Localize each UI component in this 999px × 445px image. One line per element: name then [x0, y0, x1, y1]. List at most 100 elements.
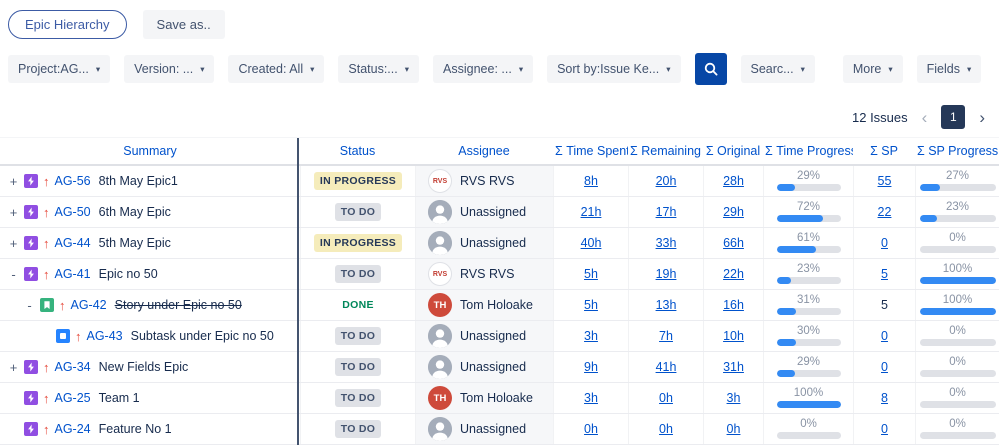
filter-chip-5[interactable]: Sort by:Issue Ke...▾	[547, 55, 680, 83]
sp-progress-label: 0%	[949, 357, 966, 369]
remaining-link[interactable]: 41h	[656, 360, 677, 374]
filter-chip-4[interactable]: Assignee: ...▾	[433, 55, 533, 83]
filter-chip-0[interactable]: Project:AG...▾	[8, 55, 110, 83]
pagination-current-page[interactable]: 1	[941, 105, 965, 129]
original-link[interactable]: 28h	[723, 174, 744, 188]
column-header-assignee[interactable]: Assignee	[415, 138, 553, 164]
story-points[interactable]: 0	[881, 360, 888, 374]
sp-progress-indicator: 0%	[916, 388, 999, 409]
filter-chip-label: Status:...	[348, 62, 397, 76]
chevron-down-icon: ▾	[666, 65, 670, 74]
unassigned-avatar	[428, 324, 452, 348]
chevron-right-icon[interactable]: ›	[977, 109, 987, 126]
time-progress-bar	[777, 370, 841, 377]
original-link[interactable]: 16h	[723, 298, 744, 312]
column-header-remaining[interactable]: Σ Remaining	[628, 138, 703, 164]
time-spent-link[interactable]: 21h	[581, 205, 602, 219]
time-progress-bar	[777, 339, 841, 346]
collapse-icon[interactable]: -	[24, 298, 35, 313]
issue-key-link[interactable]: AG-41	[55, 267, 91, 281]
issue-key-link[interactable]: AG-42	[71, 298, 107, 312]
time-spent-link[interactable]: 9h	[584, 360, 598, 374]
issue-key-link[interactable]: AG-24	[55, 422, 91, 436]
remaining-link[interactable]: 20h	[656, 174, 677, 188]
table-row: +↑AG-34New Fields EpicTO DOUnassigned9h4…	[0, 352, 999, 383]
issue-key-link[interactable]: AG-50	[55, 205, 91, 219]
remaining-link[interactable]: 17h	[656, 205, 677, 219]
original-link[interactable]: 31h	[723, 360, 744, 374]
save-as-button[interactable]: Save as..	[143, 10, 225, 39]
sp-progress-bar-fill	[920, 215, 937, 222]
time-spent-link[interactable]: 0h	[584, 422, 598, 436]
column-header-original[interactable]: Σ Original	[703, 138, 763, 164]
story-points[interactable]: 22	[878, 205, 892, 219]
filter-chip-1[interactable]: Version: ...▾	[124, 55, 214, 83]
issue-key-link[interactable]: AG-34	[55, 360, 91, 374]
time-spent-link[interactable]: 5h	[584, 298, 598, 312]
column-header-status[interactable]: Status	[300, 138, 415, 164]
expand-icon[interactable]: +	[8, 236, 19, 251]
story-points[interactable]: 5	[881, 267, 888, 281]
sp-progress-indicator: 100%	[916, 295, 999, 316]
time-spent-link[interactable]: 8h	[584, 174, 598, 188]
remaining-link[interactable]: 33h	[656, 236, 677, 250]
unassigned-avatar	[428, 417, 452, 441]
expand-icon[interactable]: +	[8, 174, 19, 189]
original-link[interactable]: 10h	[723, 329, 744, 343]
story-points[interactable]: 0	[881, 236, 888, 250]
sp-progress-bar	[920, 432, 996, 439]
remaining-link[interactable]: 7h	[659, 329, 673, 343]
remaining-link[interactable]: 0h	[659, 391, 673, 405]
remaining-link[interactable]: 19h	[656, 267, 677, 281]
time-spent-link[interactable]: 40h	[581, 236, 602, 250]
sp-progress-label: 100%	[943, 295, 972, 307]
status-badge: TO DO	[335, 389, 382, 407]
epic-icon	[24, 174, 38, 188]
more-filters-chip[interactable]: More ▾	[843, 55, 903, 83]
filter-bar: Project:AG...▾ Version: ...▾ Created: All▾…	[0, 47, 999, 91]
issue-key-link[interactable]: AG-56	[55, 174, 91, 188]
table-row: +↑AG-445th May EpicIN PROGRESSUnassigned…	[0, 228, 999, 259]
issue-key-link[interactable]: AG-44	[55, 236, 91, 250]
table-body: +↑AG-568th May Epic1IN PROGRESSRVSRVS RV…	[0, 166, 999, 445]
column-resizer[interactable]	[297, 138, 299, 445]
expand-icon[interactable]: +	[8, 360, 19, 375]
issue-key-link[interactable]: AG-43	[87, 329, 123, 343]
expand-icon[interactable]: +	[8, 205, 19, 220]
chevron-left-icon[interactable]: ‹	[920, 109, 930, 126]
unassigned-avatar	[428, 231, 452, 255]
column-header-summary[interactable]: Summary	[0, 138, 300, 164]
remaining-link[interactable]: 0h	[659, 422, 673, 436]
time-progress-bar	[777, 184, 841, 191]
original-link[interactable]: 0h	[727, 422, 741, 436]
column-header-time-progress[interactable]: Σ Time Progress	[763, 138, 853, 164]
epic-hierarchy-button[interactable]: Epic Hierarchy	[8, 10, 127, 39]
time-spent-link[interactable]: 3h	[584, 391, 598, 405]
search-filter-chip[interactable]: Searc... ▾	[741, 55, 815, 83]
time-spent-link[interactable]: 5h	[584, 267, 598, 281]
sp-progress-bar-fill	[920, 184, 941, 191]
story-points[interactable]: 55	[878, 174, 892, 188]
story-points[interactable]: 0	[881, 422, 888, 436]
time-spent-link[interactable]: 3h	[584, 329, 598, 343]
original-link[interactable]: 66h	[723, 236, 744, 250]
remaining-link[interactable]: 13h	[656, 298, 677, 312]
original-link[interactable]: 29h	[723, 205, 744, 219]
status-badge: TO DO	[335, 327, 382, 345]
issue-key-link[interactable]: AG-25	[55, 391, 91, 405]
column-header-sp-progress[interactable]: Σ SP Progress	[915, 138, 999, 164]
column-header-sp[interactable]: Σ SP	[853, 138, 915, 164]
issue-summary: 5th May Epic	[99, 236, 171, 250]
fields-chip[interactable]: Fields ▾	[917, 55, 982, 83]
epic-icon	[24, 205, 38, 219]
filter-chip-3[interactable]: Status:...▾	[338, 55, 419, 83]
column-header-time-spent[interactable]: Σ Time Spent	[553, 138, 628, 164]
original-link[interactable]: 22h	[723, 267, 744, 281]
filter-chip-2[interactable]: Created: All▾	[228, 55, 324, 83]
collapse-icon[interactable]: -	[8, 267, 19, 282]
original-link[interactable]: 3h	[727, 391, 741, 405]
story-points[interactable]: 8	[881, 391, 888, 405]
story-points[interactable]: 0	[881, 329, 888, 343]
search-button[interactable]	[695, 53, 727, 85]
filter-chip-label: Assignee: ...	[443, 62, 512, 76]
